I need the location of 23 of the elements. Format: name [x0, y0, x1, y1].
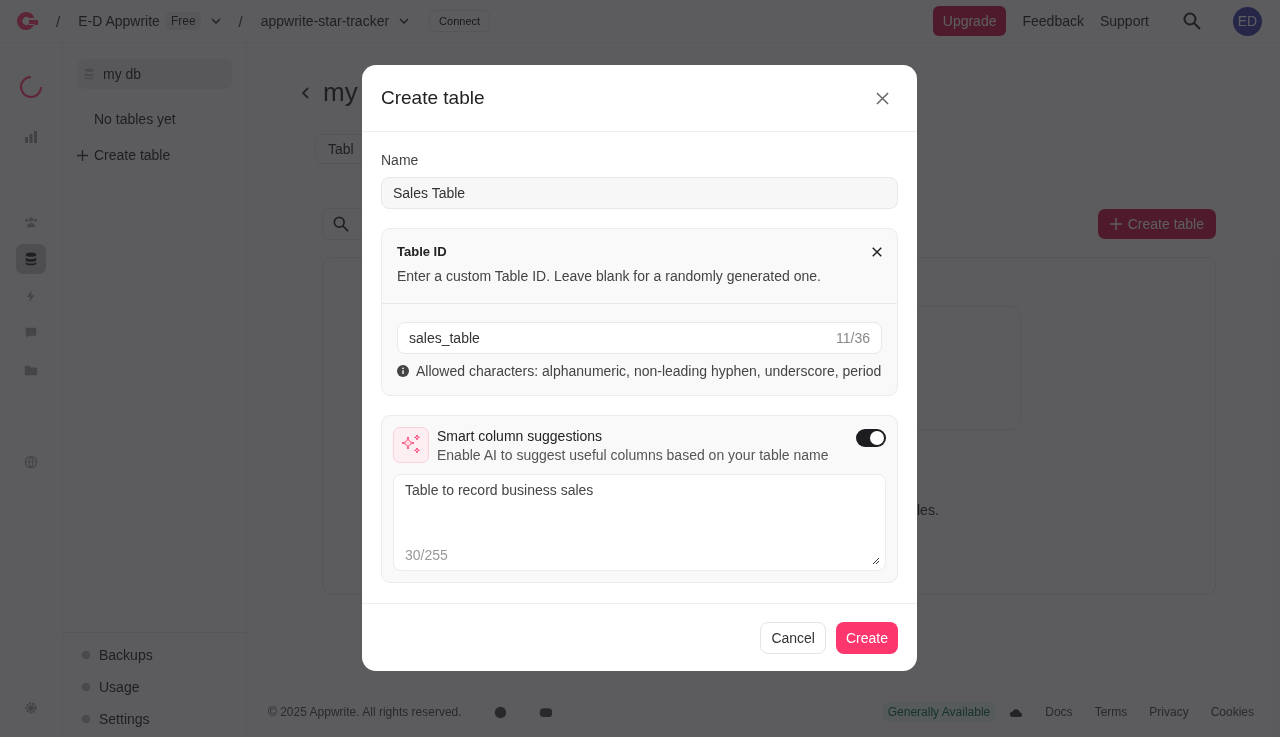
create-button[interactable]: Create: [835, 621, 898, 654]
character-count: 30/255: [405, 547, 449, 563]
field-label: Name: [381, 152, 420, 168]
smart-suggestions-title: Smart column suggestions: [437, 428, 603, 444]
dialog-title: Create table: [381, 87, 485, 109]
empty-tables-text: No tables yet: [94, 111, 177, 127]
support-link[interactable]: Support: [1099, 13, 1149, 29]
empty-state-text: les.: [917, 502, 939, 518]
character-count: 11/36: [836, 330, 870, 346]
name-input-field[interactable]: Sales Table: [381, 177, 898, 209]
page-title: my: [323, 77, 358, 108]
cancel-button[interactable]: Cancel: [760, 621, 826, 654]
table-id-description: Enter a custom Table ID. Leave blank for a randomly generated one.: [397, 268, 822, 284]
table-id-input-field[interactable]: sales_table 11/36: [397, 322, 882, 354]
prompt-text-area[interactable]: Table to record business sales 30/255: [393, 474, 886, 571]
breadcrumb-separator: /: [238, 12, 243, 30]
smart-suggestions-description: Enable AI to suggest useful columns based on your table name: [437, 447, 830, 463]
breadcrumb-separator: /: [56, 12, 61, 30]
project-name[interactable]: appwrite-star-tracker: [260, 13, 390, 29]
organization-name[interactable]: E-D Appwrite: [78, 13, 160, 29]
feedback-link[interactable]: Feedback: [1022, 13, 1084, 29]
hint-text: Allowed characters: alphanumeric, non-leading hyphen, underscore, period: [416, 363, 882, 379]
table-id-title: Table ID: [397, 244, 447, 259]
